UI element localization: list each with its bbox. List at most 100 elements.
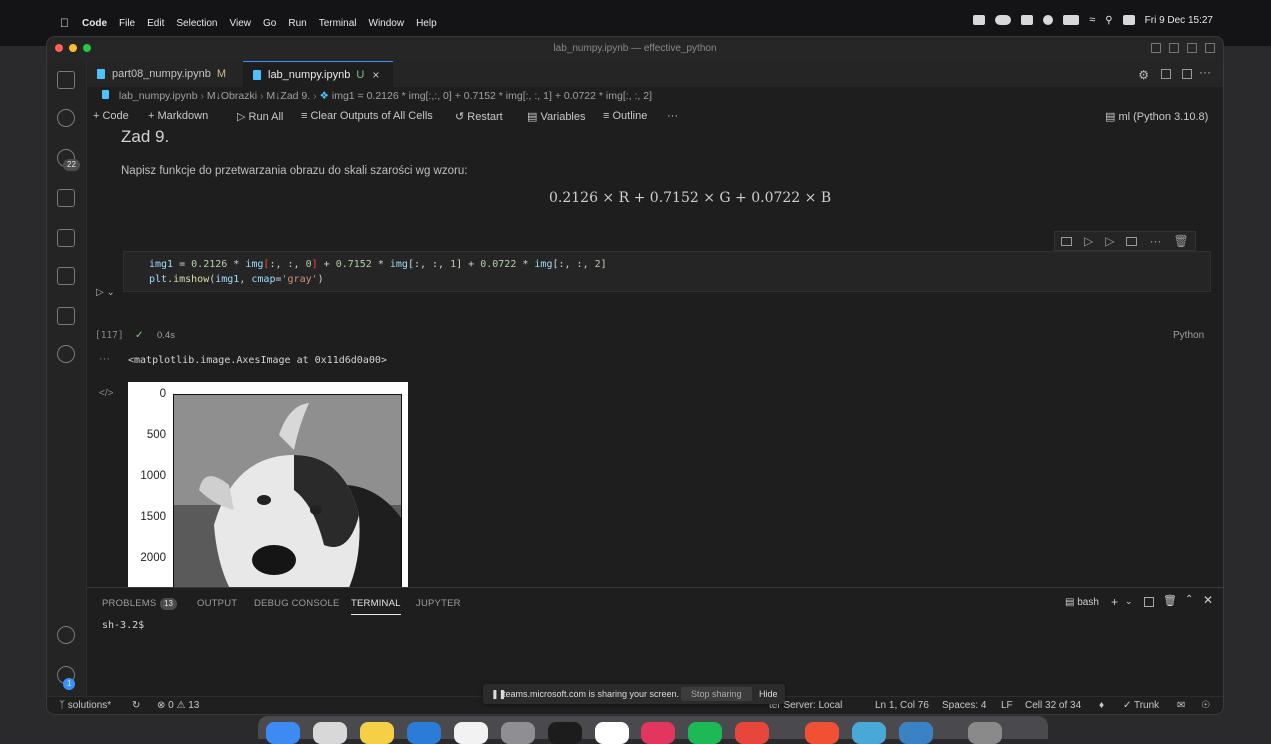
code-line-1[interactable]: img1 = 0.2126 * img[:, :, 0] + 0.7152 * …	[149, 259, 607, 270]
split-editor-icon[interactable]	[1182, 69, 1192, 79]
notifications-icon[interactable]: ✉	[1177, 700, 1185, 711]
stop-sharing-button[interactable]: Stop sharing	[681, 687, 752, 701]
variables-button[interactable]: ▤ Variables	[527, 110, 586, 123]
menu-app-code[interactable]: Code	[82, 18, 107, 29]
output-more-button[interactable]: ···	[99, 353, 110, 365]
wifi-icon[interactable]: ≈	[1089, 14, 1095, 26]
output-code-icon[interactable]: </>	[99, 388, 113, 399]
execute-below-icon[interactable]: ▷	[1105, 234, 1114, 248]
breadcrumb-subsection[interactable]: M↓Zad 9.	[266, 90, 310, 102]
menu-file[interactable]: File	[119, 18, 135, 29]
vscode-icon[interactable]	[407, 722, 441, 744]
outline-button[interactable]: ≡ Outline	[603, 110, 647, 122]
breadcrumb-section[interactable]: M↓Obrazki	[207, 90, 257, 102]
cell-language[interactable]: Python	[1173, 330, 1204, 341]
problems-status[interactable]: ⊗ 0 ⚠ 13	[157, 700, 199, 711]
spotify-icon[interactable]	[688, 722, 722, 744]
indentation[interactable]: Spaces: 4	[942, 700, 986, 711]
menu-run[interactable]: Run	[288, 18, 306, 29]
bird-icon[interactable]	[1021, 15, 1034, 25]
kill-terminal-icon[interactable]: 🗑	[1163, 594, 1177, 607]
notebook-icon[interactable]	[57, 307, 75, 325]
explorer-icon[interactable]	[57, 71, 75, 89]
apple-icon[interactable]: 	[60, 16, 69, 30]
broadcast-icon[interactable]: ☉	[1201, 700, 1210, 711]
battery-icon[interactable]	[1063, 15, 1080, 25]
settings-gear-icon[interactable]: ⚙	[1138, 68, 1149, 82]
spotlight-search-icon[interactable]: ⚲	[1105, 15, 1112, 26]
chrome-icon[interactable]	[735, 722, 769, 744]
menu-edit[interactable]: Edit	[147, 18, 164, 29]
tab-output[interactable]: OUTPUT	[197, 598, 237, 609]
notes-icon[interactable]	[360, 722, 394, 744]
clear-outputs-button[interactable]: ≡ Clear Outputs of All Cells	[301, 110, 433, 122]
tab-close-icon[interactable]: ×	[372, 68, 379, 82]
git-client-icon[interactable]	[805, 722, 839, 744]
cell-more-icon[interactable]: ···	[1149, 234, 1161, 248]
terminal-dropdown-icon[interactable]: ⌄	[1125, 596, 1133, 607]
tab-jupyter[interactable]: JUPYTER	[416, 598, 461, 609]
breadcrumb-file[interactable]: lab_numpy.ipynb	[119, 90, 198, 102]
finder-icon[interactable]	[266, 722, 300, 744]
cursor-position[interactable]: Ln 1, Col 76	[875, 700, 929, 711]
intellij-icon[interactable]	[641, 722, 675, 744]
tab-lab-numpy[interactable]: lab_numpy.ipynb U ×	[243, 61, 393, 87]
breadcrumb-cell[interactable]: img1 = 0.2126 * img[:,:, 0] + 0.7152 * i…	[332, 90, 652, 102]
android-studio-icon[interactable]	[852, 722, 886, 744]
hide-share-button[interactable]: Hide	[759, 689, 778, 699]
add-code-button[interactable]: + Code	[93, 110, 129, 122]
run-by-line-icon[interactable]	[1061, 236, 1072, 246]
trash-icon[interactable]	[968, 722, 1002, 744]
tab-terminal[interactable]: TERMINAL	[351, 598, 401, 615]
trunk-status[interactable]: ✓ Trunk	[1123, 700, 1159, 711]
menu-go[interactable]: Go	[263, 18, 276, 29]
more-actions-icon[interactable]: ···	[1199, 65, 1211, 79]
system-preferences-icon[interactable]	[501, 722, 535, 744]
menubar-clock[interactable]: Fri 9 Dec 15:27	[1145, 15, 1213, 26]
new-terminal-icon[interactable]: +	[1111, 595, 1118, 609]
control-center-icon[interactable]	[1122, 15, 1135, 25]
variables-view-icon[interactable]	[1161, 69, 1171, 79]
maximize-panel-icon[interactable]: ⌃	[1185, 594, 1193, 605]
add-markdown-button[interactable]: + Markdown	[148, 110, 208, 122]
code-cell[interactable]: img1 = 0.2126 * img[:, :, 0] + 0.7152 * …	[123, 251, 1211, 292]
menu-view[interactable]: View	[230, 18, 252, 29]
menu-window[interactable]: Window	[369, 18, 405, 29]
launchpad-icon[interactable]	[313, 722, 347, 744]
reminders-icon[interactable]	[454, 722, 488, 744]
slack-icon[interactable]	[595, 722, 629, 744]
testing-icon[interactable]	[57, 267, 75, 285]
app-store-icon[interactable]	[899, 722, 933, 744]
split-cell-icon[interactable]	[1126, 236, 1138, 246]
toggle-secondary-sidebar-icon[interactable]	[1187, 43, 1197, 53]
tab-part08-numpy[interactable]: part08_numpy.ipynb M	[87, 61, 243, 87]
cloud-icon[interactable]	[995, 15, 1012, 25]
git-branch[interactable]: ᛉ solutions*	[59, 700, 111, 711]
feedback-icon[interactable]: ♦	[1099, 700, 1104, 711]
search-icon[interactable]	[57, 109, 75, 127]
close-panel-icon[interactable]: ✕	[1203, 593, 1213, 607]
split-terminal-icon[interactable]	[1144, 597, 1154, 607]
code-line-2[interactable]: plt.imshow(img1, cmap='gray')	[149, 274, 324, 285]
menu-help[interactable]: Help	[416, 18, 437, 29]
menu-terminal[interactable]: Terminal	[319, 18, 357, 29]
record-icon[interactable]	[1043, 15, 1054, 25]
terminal-shell-selector[interactable]: ▤ bash	[1065, 597, 1099, 608]
restart-button[interactable]: ↺ Restart	[455, 110, 503, 123]
end-of-line[interactable]: LF	[1001, 700, 1013, 711]
terminal-app-icon[interactable]	[548, 722, 582, 744]
kernel-picker[interactable]: ▤ ml (Python 3.10.8)	[1105, 110, 1208, 123]
run-debug-icon[interactable]	[57, 189, 75, 207]
sync-icon[interactable]: ↻	[132, 700, 140, 711]
extensions-icon[interactable]	[57, 229, 75, 247]
timeline-icon[interactable]	[57, 345, 75, 363]
run-cell-button[interactable]: ▷ ⌄	[96, 287, 115, 298]
toolbar-more-button[interactable]: ···	[667, 110, 678, 122]
execute-above-icon[interactable]: ▷	[1084, 234, 1093, 248]
run-all-button[interactable]: ▷ Run All	[237, 110, 283, 123]
status-app-icon[interactable]	[973, 15, 986, 25]
toggle-sidebar-icon[interactable]	[1151, 43, 1161, 53]
account-icon[interactable]	[57, 626, 75, 644]
tab-debug-console[interactable]: DEBUG CONSOLE	[254, 598, 339, 609]
terminal-prompt[interactable]: sh-3.2$	[102, 620, 144, 631]
